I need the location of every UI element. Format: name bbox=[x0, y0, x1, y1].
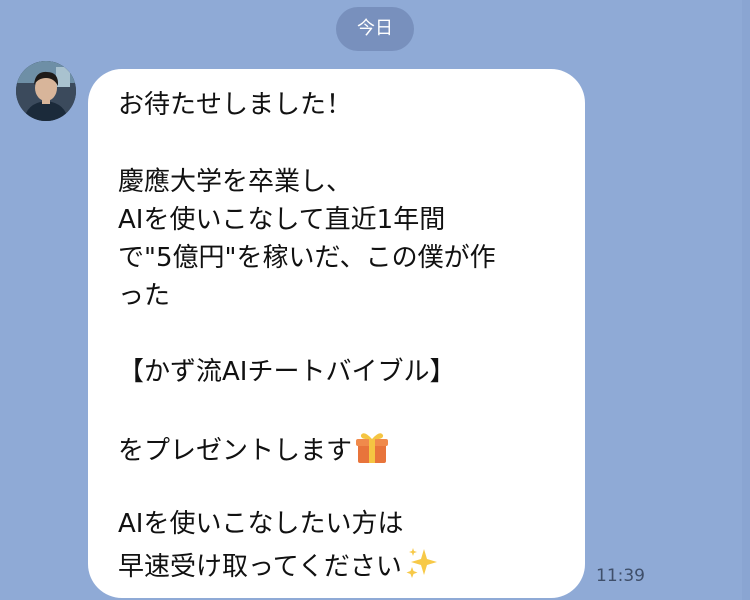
date-separator: 今日 bbox=[336, 7, 414, 51]
scroll-edge bbox=[742, 0, 750, 600]
message-line: AIを使いこなして直近1年間 bbox=[118, 205, 446, 235]
message-line-with-sparkles: 早速受け取ってください bbox=[118, 545, 440, 590]
chat-area: 今日 お待たせしました！ 慶應大学を卒業し、 AIを使いこなして直近1年間 で"… bbox=[0, 0, 750, 600]
avatar-image bbox=[16, 61, 76, 121]
message-line: AIを使いこなしたい方は bbox=[118, 509, 404, 539]
message-bubble[interactable]: お待たせしました！ 慶應大学を卒業し、 AIを使いこなして直近1年間 で"5億円… bbox=[88, 69, 585, 598]
sparkles-icon bbox=[404, 545, 440, 590]
message-line: 慶應大学を卒業し、 bbox=[118, 167, 353, 197]
message-line: 早速受け取ってください bbox=[118, 552, 402, 582]
message-line: をプレゼントします bbox=[118, 436, 353, 466]
sender-avatar[interactable] bbox=[16, 61, 76, 121]
message-timestamp: 11:39 bbox=[596, 566, 645, 586]
message-line: った bbox=[118, 281, 171, 311]
gift-icon bbox=[354, 429, 390, 474]
message-line: お待たせしました！ bbox=[118, 90, 353, 120]
message-line: で"5億円"を稼いだ、この僕が作 bbox=[118, 243, 496, 273]
message-line: 【かず流AIチートバイブル】 bbox=[118, 357, 456, 387]
message-line-with-gift: をプレゼントします bbox=[118, 429, 390, 474]
